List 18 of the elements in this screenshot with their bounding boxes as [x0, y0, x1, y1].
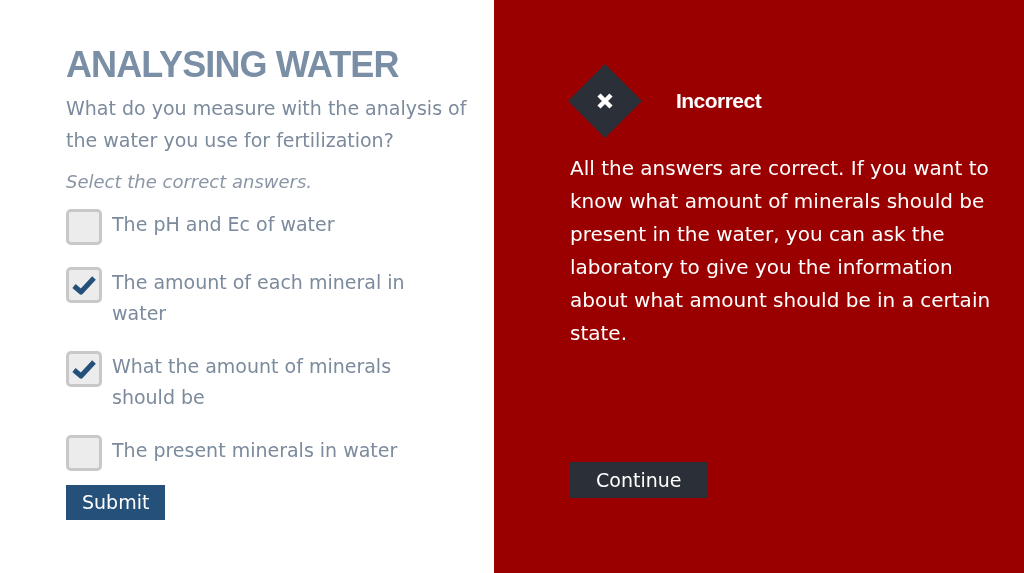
option-label: The pH and Ec of water	[112, 212, 336, 237]
submit-button[interactable]: Submit	[66, 485, 166, 520]
continue-button[interactable]: Continue	[570, 462, 708, 498]
checkbox[interactable]	[66, 351, 102, 387]
checkbox[interactable]	[66, 209, 102, 245]
option-label: What the amount of minerals should be	[112, 354, 393, 410]
feedback-text: All the answers are correct. If you want to know what amount of minerals should be present in the water, you can ask the laboratory to give you the information about what amount should be in a certain state.	[570, 155, 992, 347]
quiz-title: ANALYSING WATER	[66, 43, 399, 87]
checkbox[interactable]	[66, 435, 102, 471]
check-icon	[72, 275, 96, 295]
close-icon	[568, 64, 642, 138]
feedback-heading: Incorrect	[676, 88, 762, 115]
instruction-text: Select the correct answers.	[66, 170, 313, 194]
checkbox[interactable]	[66, 267, 102, 303]
question-text: What do you measure with the analysis of the water you use for fertilization?	[66, 96, 468, 153]
option-label: The amount of each mineral in water	[112, 270, 406, 326]
option-label: The present minerals in water	[112, 438, 399, 463]
check-icon	[72, 359, 96, 379]
